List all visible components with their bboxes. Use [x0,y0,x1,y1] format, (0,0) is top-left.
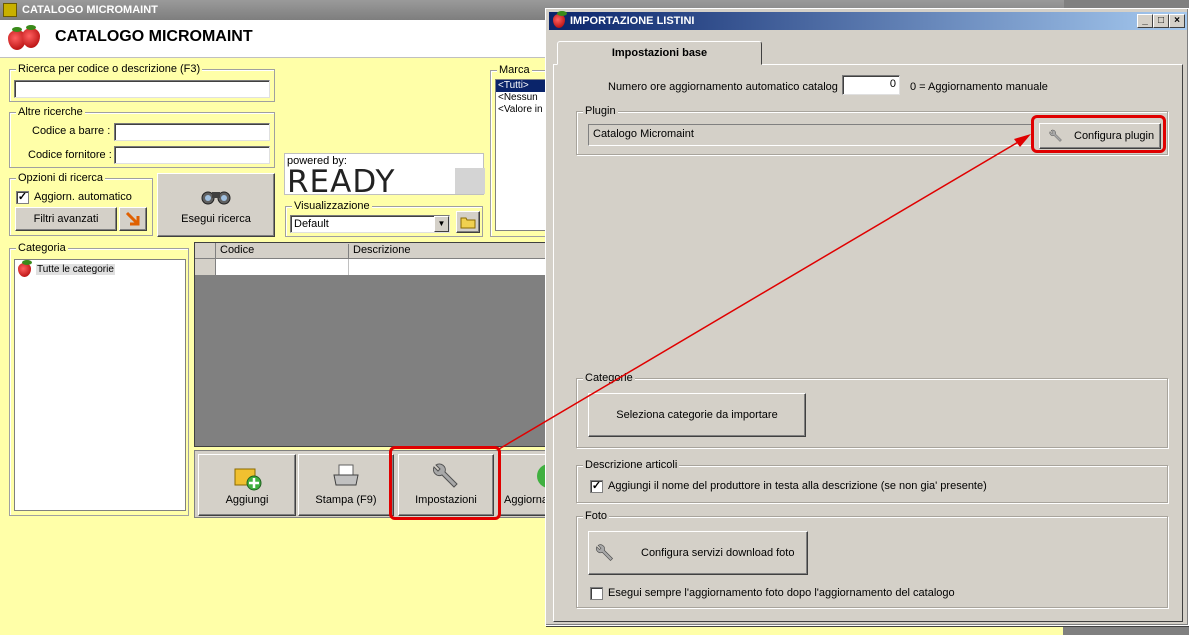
annotation-arrow [498,134,1031,450]
tab-impostazioni-base[interactable]: Impostazioni base [557,41,762,65]
